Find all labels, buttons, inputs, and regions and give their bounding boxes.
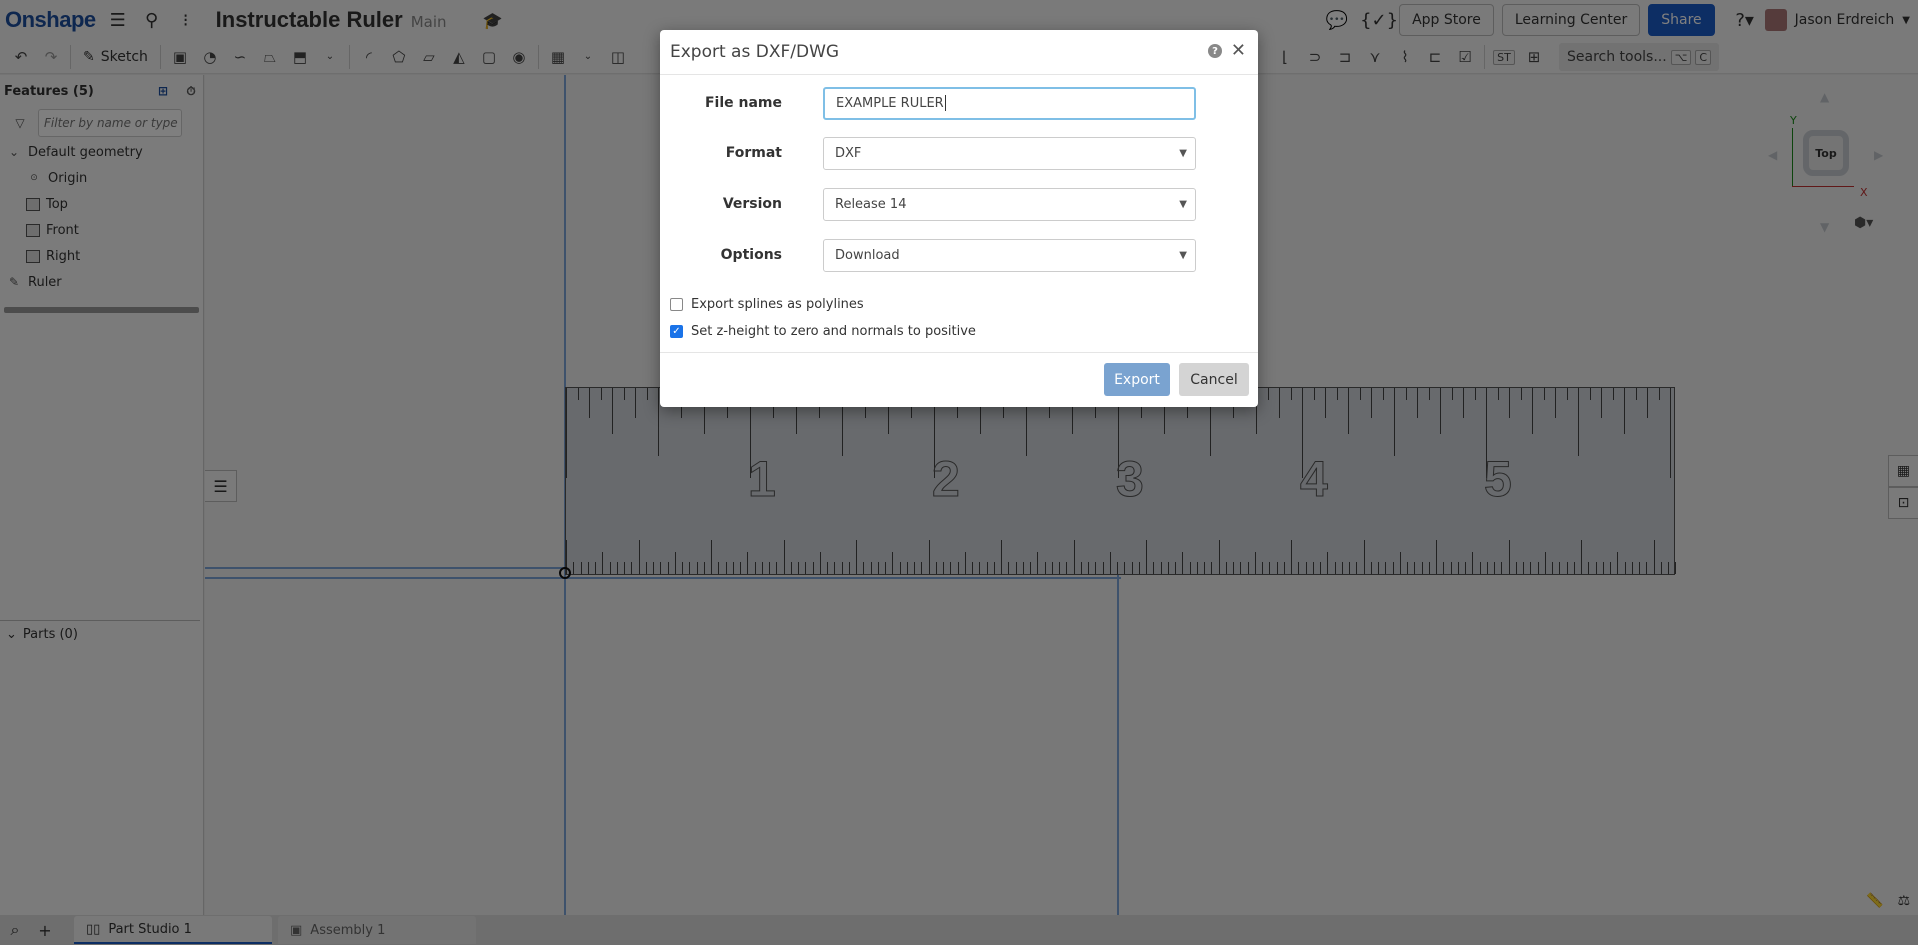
version-row: Version Release 14 ▼ (660, 187, 1258, 221)
file-name-row: File name EXAMPLE RULER (660, 86, 1258, 120)
export-button[interactable]: Export (1104, 363, 1170, 396)
export-dialog: Export as DXF/DWG ? ✕ File name EXAMPLE … (660, 30, 1258, 407)
z-height-checkbox[interactable]: ✓ (670, 325, 683, 338)
options-label: Options (720, 247, 782, 263)
version-label: Version (722, 196, 782, 212)
text-caret (944, 95, 946, 111)
dropdown-arrow-icon: ▼ (1179, 249, 1187, 261)
version-value: Release 14 (835, 196, 907, 212)
format-row: Format DXF ▼ (660, 136, 1258, 170)
z-height-label: Set z-height to zero and normals to posi… (691, 324, 976, 339)
format-value: DXF (835, 145, 862, 161)
options-row: Options Download ▼ (660, 238, 1258, 272)
z-height-option[interactable]: ✓ Set z-height to zero and normals to po… (670, 324, 976, 339)
dialog-title: Export as DXF/DWG (670, 42, 840, 62)
file-name-input[interactable]: EXAMPLE RULER (823, 86, 1196, 120)
dialog-header: Export as DXF/DWG ? ✕ (660, 30, 1258, 75)
options-select[interactable]: Download ▼ (823, 238, 1196, 272)
help-icon[interactable]: ? (1208, 44, 1222, 58)
version-select[interactable]: Release 14 ▼ (823, 187, 1196, 221)
dropdown-arrow-icon: ▼ (1179, 198, 1187, 210)
export-splines-checkbox[interactable] (670, 298, 683, 311)
file-name-value: EXAMPLE RULER (836, 95, 944, 111)
export-splines-option[interactable]: Export splines as polylines (670, 297, 864, 312)
dialog-footer-divider (660, 352, 1258, 353)
options-value: Download (835, 247, 900, 263)
format-label: Format (725, 145, 782, 161)
close-icon[interactable]: ✕ (1231, 40, 1246, 61)
export-splines-label: Export splines as polylines (691, 297, 864, 312)
dropdown-arrow-icon: ▼ (1179, 147, 1187, 159)
cancel-button[interactable]: Cancel (1179, 363, 1249, 396)
file-name-label: File name (704, 95, 782, 111)
format-select[interactable]: DXF ▼ (823, 136, 1196, 170)
